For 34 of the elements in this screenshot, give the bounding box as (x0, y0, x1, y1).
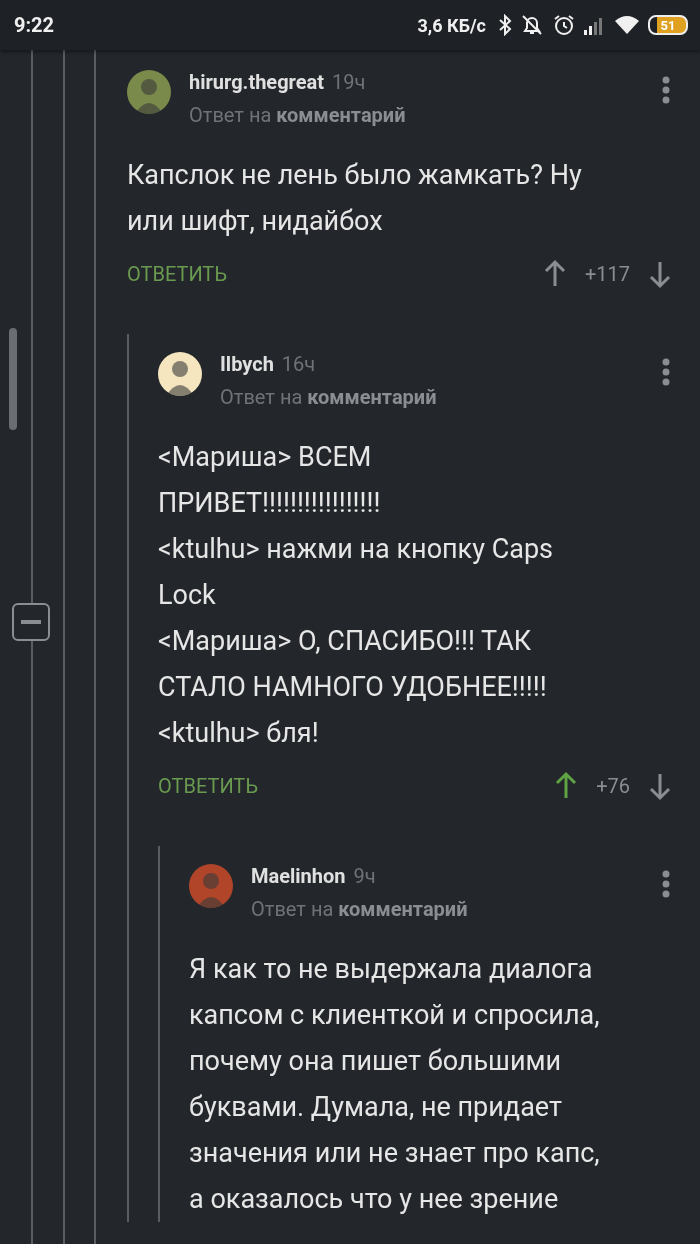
comment-time: 19ч (332, 70, 366, 94)
avatar[interactable] (158, 352, 202, 396)
comment-text: Капслок не лень было жамкать? Ну или шифт, нидайбох (127, 158, 583, 239)
upvote-icon[interactable] (542, 259, 567, 289)
score: +117 (584, 262, 630, 286)
upvote-icon[interactable] (554, 771, 579, 801)
collapse-button[interactable] (12, 603, 50, 641)
bluetooth-icon (498, 14, 512, 36)
reply-to-link[interactable]: Ответ на комментарий (251, 894, 662, 924)
battery-icon: 51 (648, 15, 688, 35)
network-speed: 3,6 КБ/с (417, 14, 486, 36)
alarm-icon (552, 13, 576, 37)
scrollbar[interactable] (9, 328, 17, 430)
bell-off-icon (520, 13, 544, 37)
comment-time: 16ч (281, 352, 316, 376)
score: +76 (596, 774, 630, 798)
reply-button[interactable]: ОТВЕТИТЬ (158, 774, 258, 798)
comment-time: 9ч (353, 864, 376, 888)
username[interactable]: Ilbych (220, 352, 274, 376)
wifi-icon (614, 14, 640, 36)
reply-to-link[interactable]: Ответ на комментарий (189, 100, 662, 130)
comment-text: <Мариша> ВСЕМ ПРИВЕТ!!!!!!!!!!!!!!!!! <ktulhu> нажми на кнопку Caps Lock <Мариша> О, СПАСИБО!!! ТАК СТАЛО НАМНОГО УДОБНЕЕ!!!!! <ktulhu> бля! (158, 440, 555, 751)
comment-text: Я как то не выдержала диалога капсом с клиенткой и спросила, почему она пишет большими буквами. Думала, не придает значения или не знает про капс, а оказалось что у нее зрение (189, 952, 601, 1217)
more-icon[interactable] (662, 870, 670, 898)
username[interactable]: hirurg.thegreat (189, 70, 324, 94)
more-icon[interactable] (662, 358, 670, 386)
reply-to-link[interactable]: Ответ на комментарий (220, 382, 662, 412)
username[interactable]: Maelinhon (251, 864, 346, 888)
reply-button[interactable]: ОТВЕТИТЬ (127, 262, 227, 286)
downvote-icon[interactable] (648, 771, 672, 801)
downvote-icon[interactable] (648, 259, 672, 289)
more-icon[interactable] (662, 76, 670, 104)
status-time: 9:22 (14, 13, 55, 37)
minus-icon (21, 620, 41, 624)
